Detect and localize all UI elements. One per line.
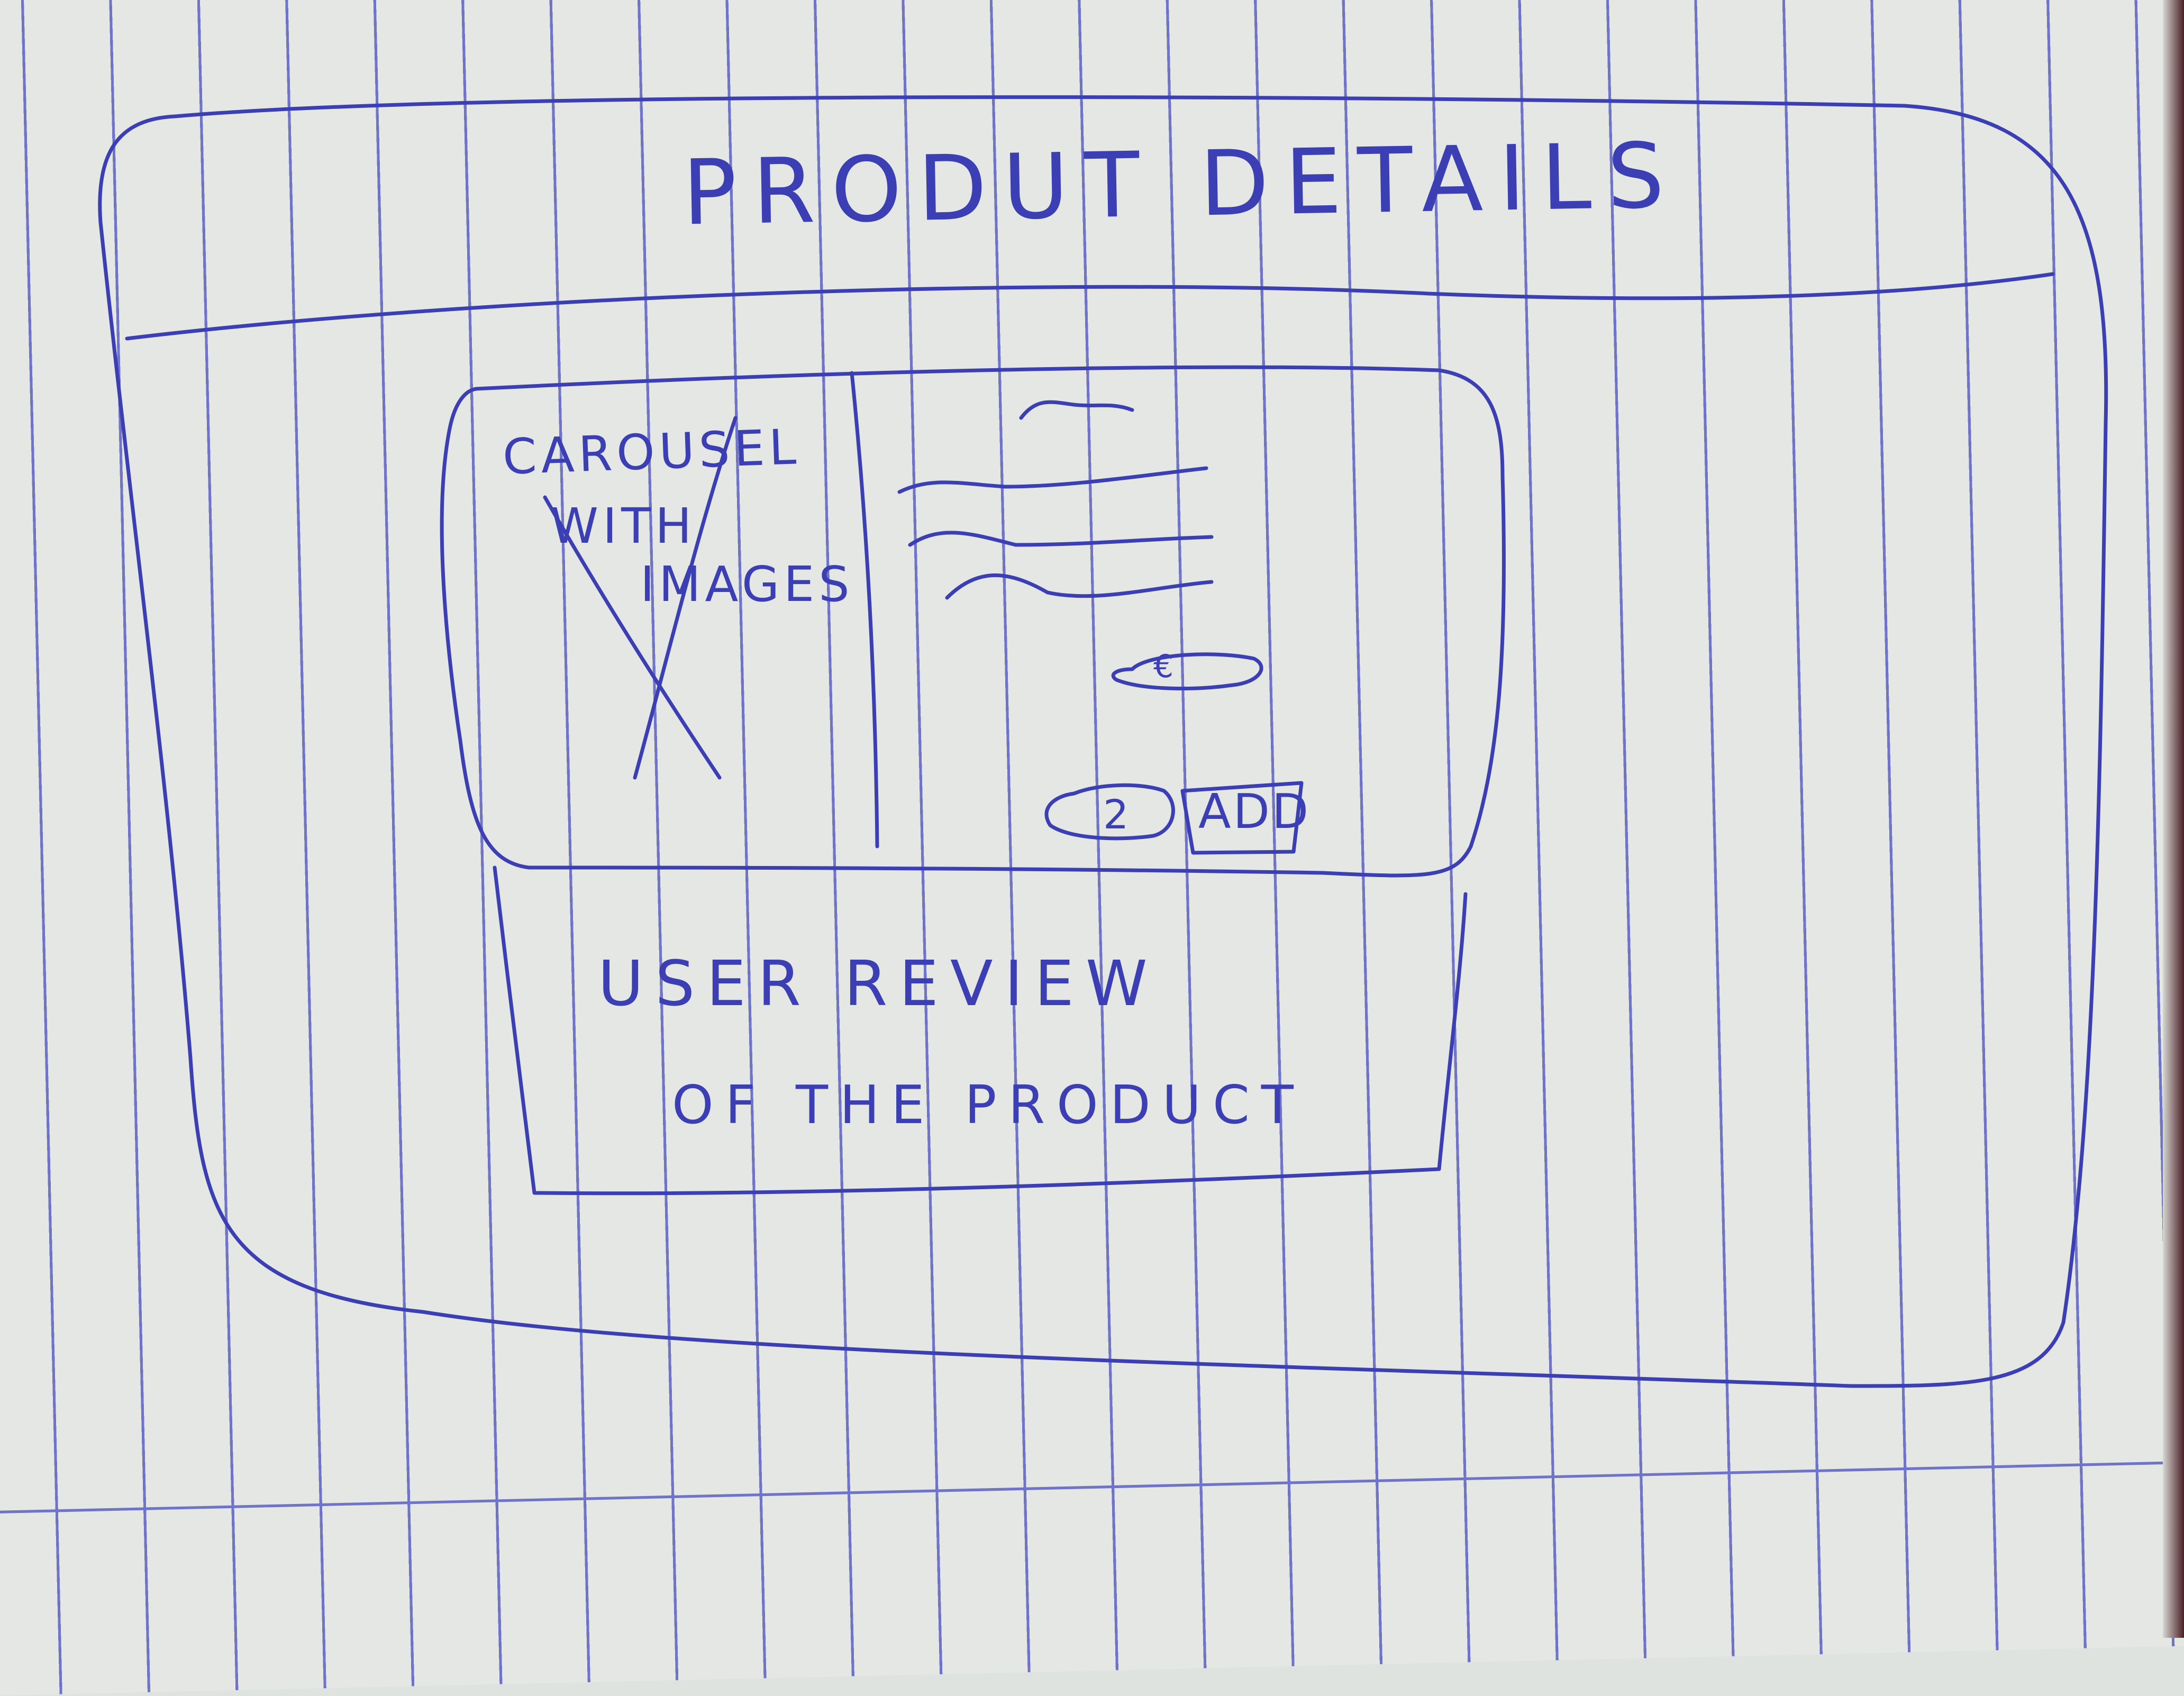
review-heading: USER REVIEW (598, 947, 1159, 1020)
price-badge: € (1153, 648, 1174, 685)
carousel-divider (850, 371, 879, 849)
review-subheading: OF THE PRODUCT (672, 1074, 1305, 1136)
review-section-outline (493, 865, 1468, 1196)
header-divider (125, 272, 2055, 341)
carousel-label-line-1: CAROUSEL (502, 418, 802, 486)
quantity-stepper[interactable]: 2 (1103, 791, 1129, 838)
wireframe-sketch (98, 95, 2108, 1388)
page-title: PRODUT DETAILS (681, 123, 1681, 246)
add-to-cart-button[interactable]: ADD (1198, 784, 1311, 840)
text-placeholder-line-1 (897, 466, 1208, 494)
outer-frame (98, 95, 2108, 1388)
text-placeholder-line-2 (908, 531, 1214, 547)
text-placeholder-line-3 (945, 573, 1214, 600)
carousel-label-line-3: IMAGES (640, 556, 854, 613)
price-pill-outline (1111, 652, 1263, 691)
text-placeholder-title (1019, 400, 1134, 420)
